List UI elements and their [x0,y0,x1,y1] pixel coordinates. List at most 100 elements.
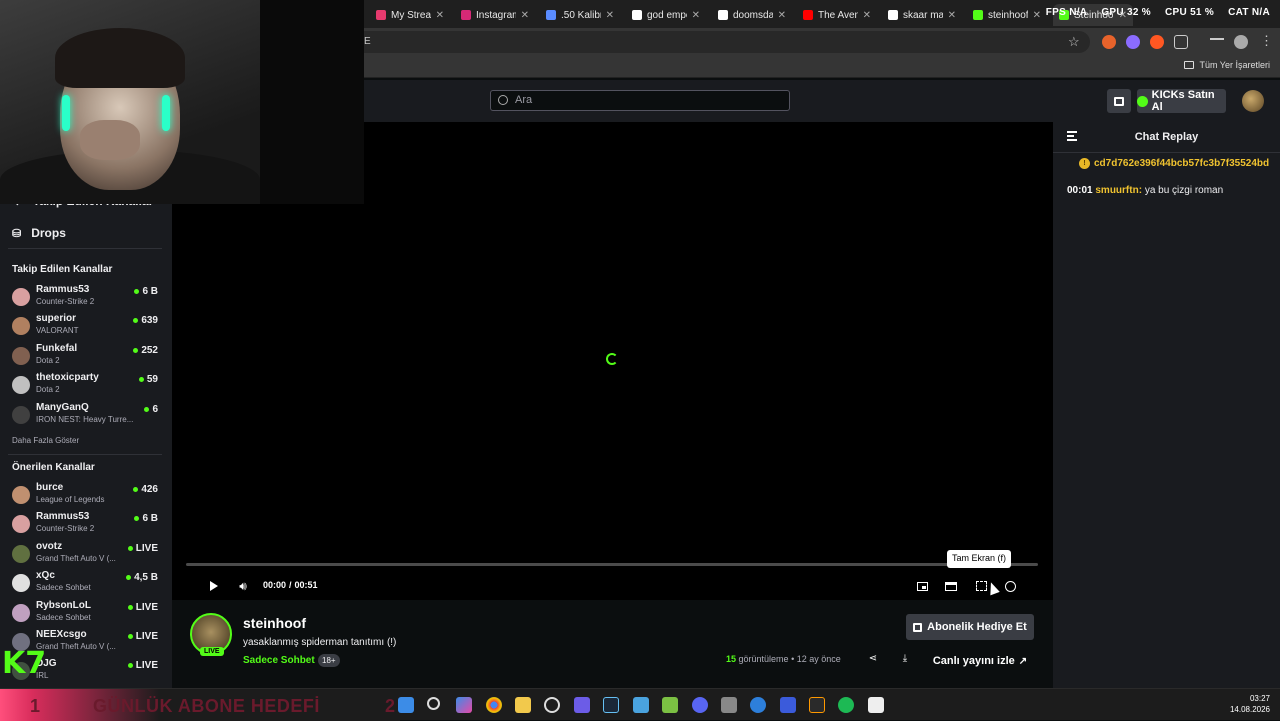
media-icon[interactable] [1210,38,1224,46]
viewer-count: LIVE [127,631,158,642]
browser-tab[interactable]: .50 Kalibre ✕ [540,4,620,26]
photos-icon[interactable] [633,697,649,713]
viewer-count: 59 [138,374,158,385]
channel-name: RybsonLoL [36,599,91,611]
pip-button[interactable] [913,577,931,595]
tab-title: My Stream [391,9,431,21]
age-badge: 18+ [318,654,340,667]
browser-tab[interactable]: steinhoof ✕ [967,4,1047,26]
channel-name[interactable]: steinhoof [243,615,306,631]
puzzle-icon[interactable] [1174,35,1188,49]
chat-message: 00:01 smuurftn: ya bu çizgi roman [1067,185,1223,196]
star-icon[interactable]: ☆ [1068,34,1080,50]
steam-icon[interactable] [603,697,619,713]
close-icon[interactable]: ✕ [692,10,700,21]
start-icon[interactable] [398,697,414,713]
copilot-icon[interactable] [456,697,472,713]
channel-item[interactable]: ManyGanQ IRON NEST: Heavy Turre... 6 [12,402,162,430]
channel-category: Grand Theft Auto V (... [36,553,116,563]
user-avatar[interactable] [1242,90,1264,112]
close-icon[interactable]: ✕ [778,10,786,21]
app-icon[interactable] [662,697,678,713]
live-dot-icon [134,289,140,294]
theater-button[interactable] [942,577,960,595]
app-icon[interactable] [750,697,766,713]
share-icon[interactable]: ⋖ [866,653,880,667]
close-icon[interactable]: ✕ [1033,10,1041,21]
download-icon[interactable]: ⤓ [898,653,912,667]
close-icon[interactable]: ✕ [436,10,444,21]
webcam-feed [0,0,260,204]
channel-item[interactable]: ovotz Grand Theft Auto V (... LIVE [12,541,162,569]
discord-icon[interactable] [692,697,708,713]
live-dot-icon [144,406,150,412]
app-icon[interactable] [780,697,796,713]
app-icon[interactable] [868,697,884,713]
address-input[interactable]: E [340,31,1090,53]
app-icon[interactable] [574,697,590,713]
browser-tab[interactable]: skaar man ✕ [882,4,962,26]
gift-subscription-button[interactable]: Abonelik Hediye Et [906,614,1034,640]
app-icon[interactable] [721,697,737,713]
browser-tab[interactable]: The Aveng ✕ [797,4,877,26]
extension-icon[interactable] [1126,35,1140,49]
channel-item[interactable]: burce League of Legends 426 [12,482,162,510]
close-icon[interactable]: ✕ [948,10,956,21]
channel-item[interactable]: Rammus53 Counter-Strike 26 B [12,511,162,539]
app-icon[interactable] [809,697,825,713]
viewer-count-value: 426 [141,484,158,495]
channel-name: xQc [36,570,55,582]
channel-item[interactable]: Funkefal Dota 2 252 [12,343,162,371]
taskbar: 1 GÜNLÜK ABONE HEDEFİ 2 03:27 14.08.2026 [0,688,1280,721]
spotify-icon[interactable] [838,697,854,713]
sidebar-item-drops[interactable]: ⛁ Drops [12,226,66,240]
viewer-count: 6 B [134,513,158,524]
settings-button[interactable] [1001,577,1019,595]
extension-icon[interactable] [1102,35,1116,49]
gift-icon [913,622,923,632]
stream-category[interactable]: Sadece Sohbet [243,655,315,666]
browser-tab[interactable]: doomsday ✕ [712,4,792,26]
viewer-count: LIVE [127,543,158,554]
close-icon[interactable]: ✕ [606,10,614,21]
channel-item[interactable]: Rammus53 Counter-Strike 26 B [12,284,162,312]
channel-item[interactable]: xQc Sadece Sohbet 4,5 B [12,570,162,598]
kicks-icon [1137,95,1148,107]
watch-live-button[interactable]: Canlı yayını izle ↗ [925,650,1035,672]
stream-title: yasaklanmış spiderman tanıtımı (!) [243,637,397,648]
chrome-icon[interactable] [486,697,502,713]
search-icon[interactable] [427,697,440,710]
followed-heading: Takip Edilen Kanallar [12,264,113,275]
goal-target: 2 [385,696,396,716]
obs-icon[interactable] [544,697,560,713]
close-icon[interactable]: ✕ [521,10,529,21]
progress-bar[interactable] [186,563,1038,566]
browser-tab[interactable]: Instagram ✕ [455,4,535,26]
show-more-link[interactable]: Daha Fazla Göster [12,436,79,445]
viewer-count-value: 252 [141,344,158,356]
all-bookmarks[interactable]: Tüm Yer İşaretleri [1184,60,1270,70]
profile-icon[interactable] [1234,35,1248,49]
message-user[interactable]: smuurftn: [1095,185,1142,196]
channel-item[interactable]: thetoxicparty Dota 2 59 [12,372,162,400]
folder-icon[interactable] [515,697,531,713]
channel-item[interactable]: RybsonLoL Sadece Sohbet LIVE [12,600,162,628]
viewer-count: 6 [144,404,158,415]
volume-button[interactable]: 🔊︎ [234,577,252,595]
menu-icon[interactable]: ⋮ [1260,33,1273,49]
buy-kicks-button[interactable]: KICKs Satın Al [1137,89,1226,113]
browser-tab[interactable]: My Stream ✕ [370,4,450,26]
browser-tab[interactable]: god emper ✕ [626,4,706,26]
viewer-count-value: LIVE [135,660,158,672]
clock-date: 14.08.2026 [1229,705,1270,714]
close-icon[interactable]: ✕ [863,10,871,21]
search-input[interactable]: Ara [490,90,790,111]
viewer-count: 4,5 B [126,572,158,583]
tab-favicon-icon [376,10,386,20]
channel-avatar [12,515,30,534]
play-button[interactable] [205,577,223,595]
extension-icon[interactable] [1150,35,1164,49]
channel-item[interactable]: superior VALORANT 639 [12,313,162,341]
system-clock[interactable]: 03:27 14.08.2026 [1230,693,1270,715]
studio-button[interactable] [1107,89,1131,113]
